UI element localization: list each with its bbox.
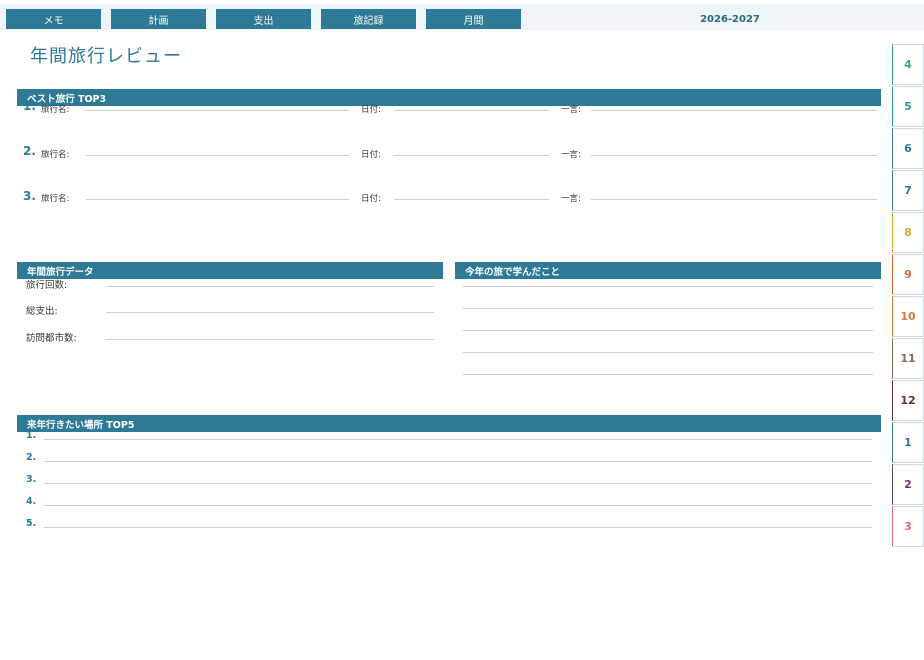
trip-comment-label: 一言: — [561, 194, 581, 204]
next-year-number: 5. — [26, 518, 37, 529]
month-tab-11[interactable]: 11 — [892, 338, 924, 379]
best-trips-header: ベスト旅行 TOP3 — [17, 89, 881, 106]
month-tab-12[interactable]: 12 — [892, 380, 924, 421]
trip-date-label: 日付: — [361, 105, 381, 115]
month-tab-3[interactable]: 3 — [892, 506, 924, 547]
nav-button-memo[interactable]: メモ — [6, 9, 101, 29]
trip-date-field[interactable] — [394, 155, 549, 156]
month-tab-5[interactable]: 5 — [892, 86, 924, 127]
next-year-number: 4. — [26, 496, 37, 507]
month-tab-2[interactable]: 2 — [892, 464, 924, 505]
month-tab-4[interactable]: 4 — [892, 44, 924, 85]
month-tab-1[interactable]: 1 — [892, 422, 924, 463]
month-tab-8[interactable]: 8 — [892, 212, 924, 253]
nav-button-plan[interactable]: 計画 — [111, 9, 206, 29]
year-range: 2026-2027 — [700, 13, 760, 25]
trip-name-field[interactable] — [86, 110, 349, 111]
nav-button-expense[interactable]: 支出 — [216, 9, 311, 29]
lesson-line[interactable] — [463, 374, 873, 375]
next-year-number: 3. — [26, 474, 37, 485]
next-year-number: 1. — [26, 430, 37, 441]
trip-count-label: 旅行回数: — [26, 280, 68, 291]
month-tab-9[interactable]: 9 — [892, 254, 924, 295]
trip-name-field[interactable] — [86, 199, 349, 200]
annual-data-header: 年間旅行データ — [17, 262, 443, 279]
nav-button-travel-log[interactable]: 旅記録 — [321, 9, 416, 29]
total-expense-field[interactable] — [106, 312, 434, 313]
lesson-line[interactable] — [463, 330, 873, 331]
trip-date-label: 日付: — [361, 194, 381, 204]
next-year-field[interactable] — [44, 439, 872, 440]
trip-comment-field[interactable] — [591, 110, 877, 111]
next-year-field[interactable] — [44, 483, 872, 484]
trip-name-label: 旅行名: — [41, 150, 70, 160]
trip-name-label: 旅行名: — [41, 194, 70, 204]
next-year-header: 来年行きたい場所 TOP5 — [17, 415, 881, 432]
trip-name-field[interactable] — [86, 155, 349, 156]
trip-date-field[interactable] — [394, 199, 549, 200]
month-tab-10[interactable]: 10 — [892, 296, 924, 337]
cities-visited-label: 訪問都市数: — [26, 333, 77, 344]
lesson-line[interactable] — [463, 286, 873, 287]
trip-comment-field[interactable] — [591, 155, 877, 156]
trip-comment-field[interactable] — [591, 199, 877, 200]
next-year-field[interactable] — [44, 461, 872, 462]
trip-count-field[interactable] — [106, 286, 434, 287]
best-trip-number: 1. — [23, 99, 36, 113]
next-year-number: 2. — [26, 452, 37, 463]
lessons-header: 今年の旅で学んだこと — [455, 262, 881, 279]
best-trip-number: 3. — [23, 189, 36, 203]
trip-comment-label: 一言: — [561, 105, 581, 115]
trip-date-label: 日付: — [361, 150, 381, 160]
next-year-field[interactable] — [44, 505, 872, 506]
nav-button-monthly[interactable]: 月間 — [426, 9, 521, 29]
trip-comment-label: 一言: — [561, 150, 581, 160]
lesson-line[interactable] — [463, 308, 873, 309]
best-trip-number: 2. — [23, 144, 36, 158]
trip-date-field[interactable] — [394, 110, 549, 111]
lesson-line[interactable] — [463, 352, 873, 353]
month-tab-7[interactable]: 7 — [892, 170, 924, 211]
next-year-field[interactable] — [44, 527, 872, 528]
cities-visited-field[interactable] — [106, 339, 434, 340]
month-tab-6[interactable]: 6 — [892, 128, 924, 169]
page-title: 年間旅行レビュー — [30, 46, 182, 67]
trip-name-label: 旅行名: — [41, 105, 70, 115]
total-expense-label: 総支出: — [26, 306, 58, 317]
